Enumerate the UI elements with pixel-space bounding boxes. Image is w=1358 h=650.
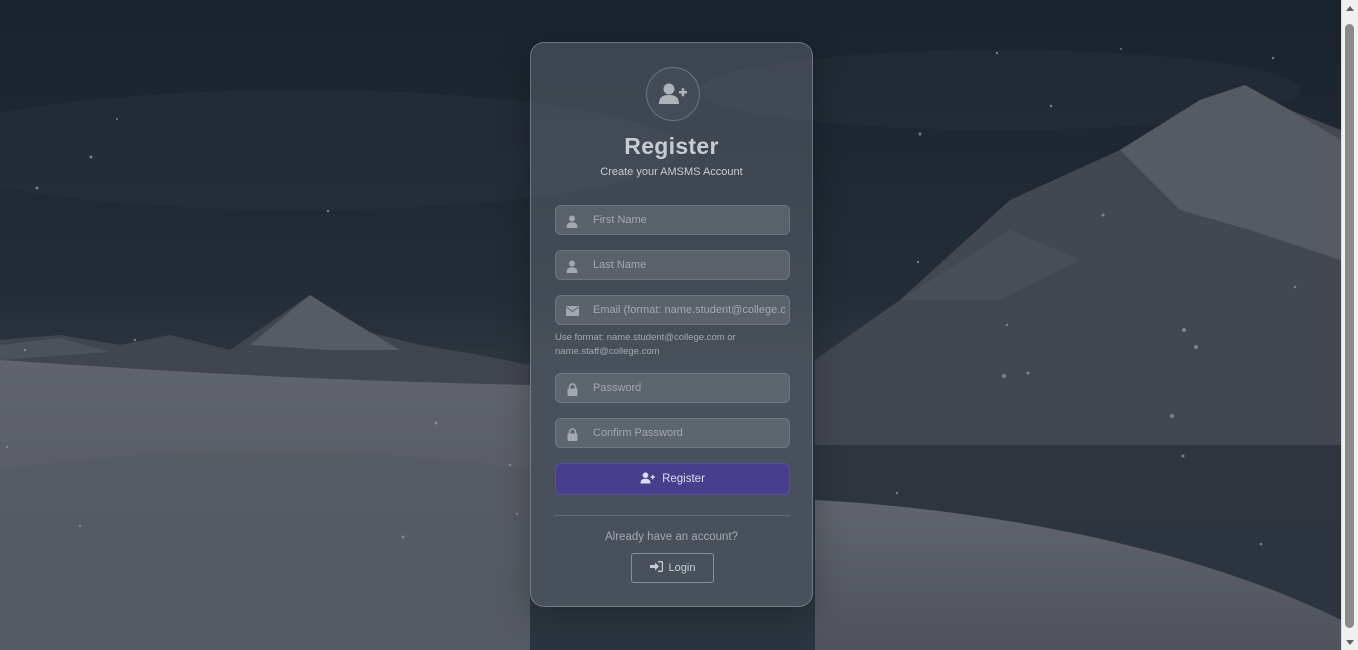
- password-field[interactable]: [555, 373, 790, 403]
- page-title: Register: [624, 133, 719, 159]
- email-input[interactable]: [593, 296, 786, 324]
- email-format-hint: Use format: name.student@college.com or …: [555, 332, 736, 357]
- lock-icon: [564, 426, 580, 442]
- divider: [555, 515, 790, 516]
- scroll-up-arrow-icon[interactable]: [1342, 0, 1358, 16]
- register-button-label: Register: [662, 473, 705, 485]
- page: Register Create your AMSMS Account Use f…: [0, 0, 1358, 650]
- vertical-scrollbar[interactable]: [1341, 0, 1358, 650]
- scrollbar-thumb[interactable]: [1345, 24, 1354, 628]
- lock-icon: [564, 381, 580, 397]
- sign-in-icon: [649, 561, 663, 575]
- user-icon: [564, 213, 580, 229]
- envelope-icon: [564, 303, 580, 319]
- user-icon: [564, 258, 580, 274]
- user-plus-avatar-icon: [646, 67, 700, 121]
- user-plus-icon: [640, 471, 655, 487]
- last-name-input[interactable]: [593, 251, 786, 279]
- page-subtitle: Create your AMSMS Account: [600, 166, 743, 178]
- confirm-password-input[interactable]: [593, 419, 786, 447]
- password-input[interactable]: [593, 374, 786, 402]
- email-field[interactable]: [555, 295, 790, 325]
- first-name-input[interactable]: [593, 206, 786, 234]
- already-have-account-text: Already have an account?: [605, 531, 738, 543]
- register-card: Register Create your AMSMS Account Use f…: [530, 42, 813, 607]
- last-name-field[interactable]: [555, 250, 790, 280]
- first-name-field[interactable]: [555, 205, 790, 235]
- scroll-down-arrow-icon[interactable]: [1342, 634, 1358, 650]
- register-button[interactable]: Register: [555, 463, 790, 495]
- confirm-password-field[interactable]: [555, 418, 790, 448]
- login-button-label: Login: [668, 562, 696, 574]
- login-button[interactable]: Login: [631, 553, 714, 583]
